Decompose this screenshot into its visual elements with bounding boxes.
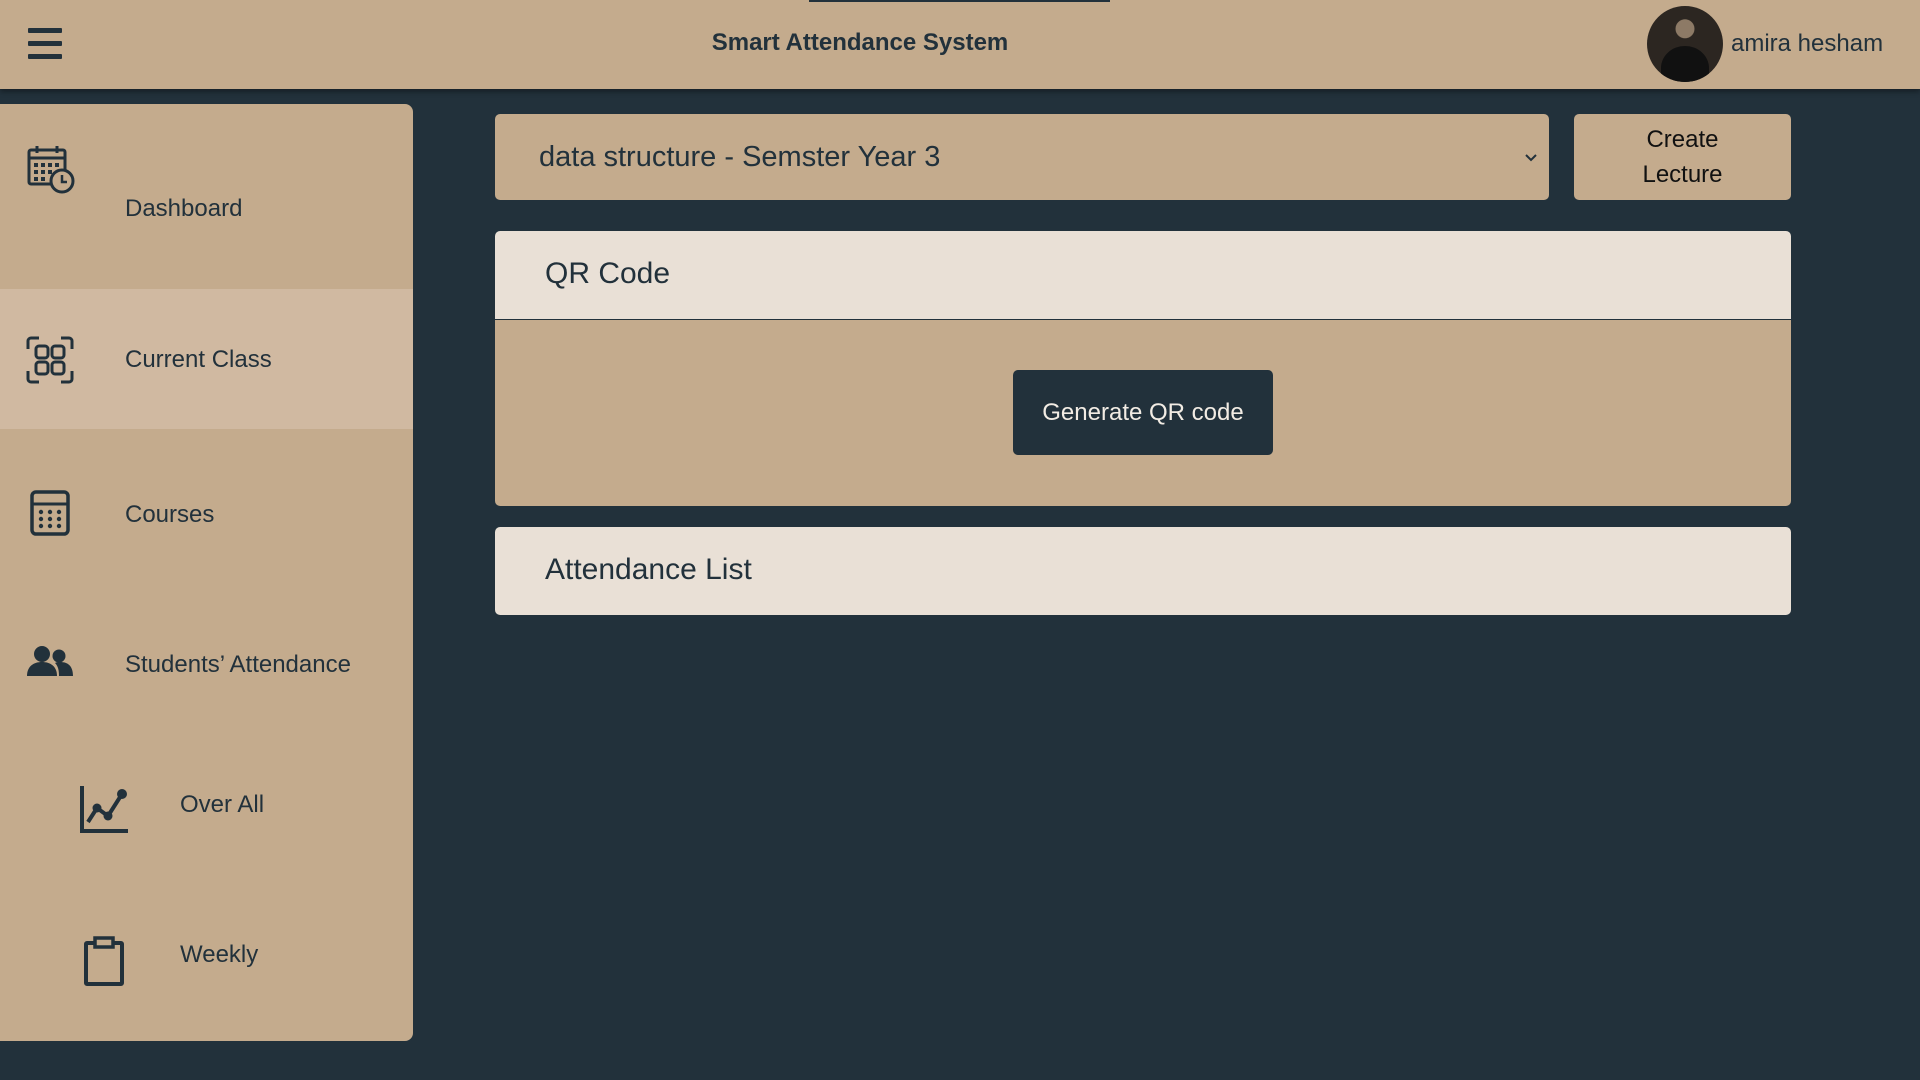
- header-top-indicator: [809, 0, 1110, 2]
- calculator-icon: [30, 490, 70, 536]
- sidebar-item-current-class[interactable]: Current Class: [0, 289, 413, 429]
- sidebar-item-label: Courses: [125, 501, 215, 528]
- line-chart-icon: [80, 786, 128, 833]
- clipboard-icon: [84, 936, 124, 986]
- sidebar-item-label: Current Class: [125, 346, 272, 373]
- sidebar-item-dashboard[interactable]: Dashboard: [0, 104, 413, 244]
- users-icon: [27, 646, 73, 676]
- sidebar-item-label: Weekly: [180, 941, 259, 968]
- sidebar-item-weekly[interactable]: Weekly: [0, 884, 413, 1024]
- hamburger-menu-icon[interactable]: [28, 28, 62, 60]
- user-name[interactable]: amira hesham: [1731, 30, 1883, 58]
- course-select[interactable]: data structure - Semster Year 3: [495, 114, 1549, 200]
- sidebar-item-over-all[interactable]: Over All: [0, 734, 413, 874]
- course-select-value: data structure - Semster Year 3: [539, 141, 941, 173]
- attendance-list-panel-title: Attendance List: [545, 553, 752, 586]
- sidebar-item-label: Dashboard: [125, 195, 243, 222]
- qr-code-panel-title: QR Code: [545, 257, 671, 290]
- menu-bar: [28, 28, 62, 33]
- menu-bar: [28, 41, 62, 46]
- calendar-clock-icon: [27, 146, 75, 194]
- create-lecture-button[interactable]: Create Lecture: [1574, 114, 1791, 200]
- sidebar-item-courses[interactable]: Courses: [0, 429, 413, 569]
- sidebar-item-label: Over All: [180, 791, 265, 818]
- app-title: Smart Attendance System: [711, 29, 1009, 56]
- attendance-list-panel-header[interactable]: Attendance List: [495, 527, 1791, 615]
- sidebar-item-students-attendance[interactable]: Students’ Attendance: [0, 579, 413, 719]
- generate-qr-code-button[interactable]: Generate QR code: [1013, 370, 1273, 455]
- top-header: Smart Attendance System amira hesham: [0, 0, 1920, 89]
- qr-scan-icon: [26, 336, 74, 384]
- sidebar: Dashboard Current Class Courses Students…: [0, 104, 413, 1041]
- user-avatar[interactable]: [1647, 6, 1723, 82]
- menu-bar: [28, 54, 62, 59]
- chevron-down-icon: [1525, 154, 1537, 162]
- qr-code-panel-header[interactable]: QR Code: [495, 231, 1791, 319]
- sidebar-item-label: Students’ Attendance: [125, 651, 351, 678]
